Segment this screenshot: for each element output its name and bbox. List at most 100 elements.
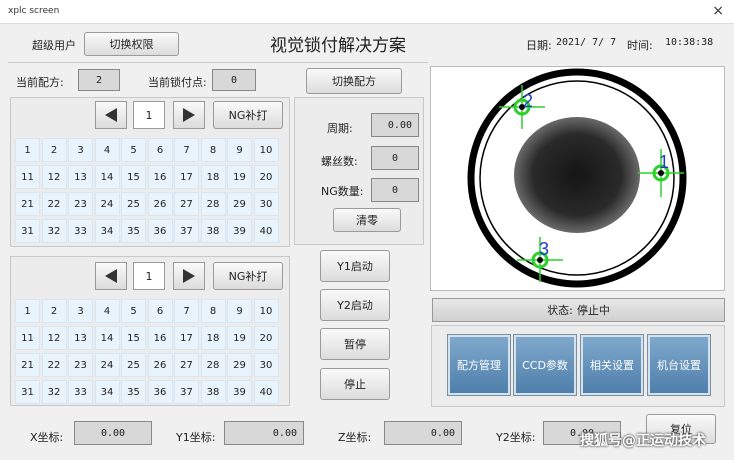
point-cell[interactable]: 30 xyxy=(253,192,279,216)
point-cell[interactable]: 12 xyxy=(41,165,67,189)
point-cell[interactable]: 13 xyxy=(68,165,93,189)
switch-permission-button[interactable]: 切换权限 xyxy=(84,32,179,56)
point-cell[interactable]: 16 xyxy=(147,326,173,350)
point-cell[interactable]: 10 xyxy=(253,299,279,323)
point-cell[interactable]: 15 xyxy=(121,165,146,189)
point-cell[interactable]: 38 xyxy=(200,380,226,404)
point-cell[interactable]: 32 xyxy=(41,219,67,243)
point-cell[interactable]: 36 xyxy=(147,219,173,243)
point-cell[interactable]: 13 xyxy=(68,326,93,350)
prev-page-button-1[interactable] xyxy=(95,101,127,129)
point-cell[interactable]: 3 xyxy=(68,138,93,162)
point-cell[interactable]: 1 xyxy=(15,299,40,323)
switch-recipe-button[interactable]: 切换配方 xyxy=(306,68,402,94)
point-cell[interactable]: 9 xyxy=(227,299,252,323)
title-bar: xplc screen × xyxy=(0,0,734,24)
point-cell[interactable]: 39 xyxy=(227,380,252,404)
clear-button[interactable]: 清零 xyxy=(333,208,401,232)
point-cell[interactable]: 9 xyxy=(227,138,252,162)
point-cell[interactable]: 26 xyxy=(147,192,173,216)
point-cell[interactable]: 36 xyxy=(147,380,173,404)
point-cell[interactable]: 20 xyxy=(253,326,279,350)
point-cell[interactable]: 18 xyxy=(200,326,226,350)
point-cell[interactable]: 14 xyxy=(94,165,120,189)
point-cell[interactable]: 8 xyxy=(200,138,226,162)
point-cell[interactable]: 7 xyxy=(174,299,199,323)
point-cell[interactable]: 7 xyxy=(174,138,199,162)
point-cell[interactable]: 11 xyxy=(15,326,40,350)
next-page-button-1[interactable] xyxy=(173,101,205,129)
point-cell[interactable]: 22 xyxy=(41,192,67,216)
point-cell[interactable]: 30 xyxy=(253,353,279,377)
point-cell[interactable]: 37 xyxy=(174,219,199,243)
point-cell[interactable]: 22 xyxy=(41,353,67,377)
y2-start-button[interactable]: Y2启动 xyxy=(320,289,390,321)
point-cell[interactable]: 20 xyxy=(253,165,279,189)
next-page-button-2[interactable] xyxy=(173,262,205,290)
point-cell[interactable]: 17 xyxy=(174,326,199,350)
point-cell[interactable]: 18 xyxy=(200,165,226,189)
point-cell[interactable]: 34 xyxy=(94,380,120,404)
point-cell[interactable]: 19 xyxy=(227,326,252,350)
point-cell[interactable]: 33 xyxy=(68,219,93,243)
y1-start-button[interactable]: Y1启动 xyxy=(320,250,390,282)
point-cell[interactable]: 17 xyxy=(174,165,199,189)
point-cell[interactable]: 4 xyxy=(94,138,120,162)
point-cell[interactable]: 8 xyxy=(200,299,226,323)
ng-redo-button-2[interactable]: NG补打 xyxy=(213,262,283,290)
machine-settings-button[interactable]: 机台设置 xyxy=(647,334,711,396)
point-cell[interactable]: 3 xyxy=(68,299,93,323)
point-cell[interactable]: 23 xyxy=(68,192,93,216)
recipe-management-button[interactable]: 配方管理 xyxy=(447,334,511,396)
point-cell[interactable]: 27 xyxy=(174,353,199,377)
point-cell[interactable]: 29 xyxy=(227,192,252,216)
point-cell[interactable]: 4 xyxy=(94,299,120,323)
point-cell[interactable]: 10 xyxy=(253,138,279,162)
stop-button[interactable]: 停止 xyxy=(320,368,390,400)
point-cell[interactable]: 34 xyxy=(94,219,120,243)
point-cell[interactable]: 19 xyxy=(227,165,252,189)
point-cell[interactable]: 28 xyxy=(200,192,226,216)
prev-page-button-2[interactable] xyxy=(95,262,127,290)
pause-button[interactable]: 暂停 xyxy=(320,328,390,360)
ng-redo-button-1[interactable]: NG补打 xyxy=(213,101,283,129)
point-cell[interactable]: 5 xyxy=(121,138,146,162)
point-cell[interactable]: 16 xyxy=(147,165,173,189)
related-settings-button[interactable]: 相关设置 xyxy=(580,334,644,396)
point-cell[interactable]: 21 xyxy=(15,192,40,216)
point-cell[interactable]: 35 xyxy=(121,380,146,404)
point-cell[interactable]: 6 xyxy=(147,138,173,162)
point-cell[interactable]: 38 xyxy=(200,219,226,243)
point-cell[interactable]: 5 xyxy=(121,299,146,323)
point-cell[interactable]: 29 xyxy=(227,353,252,377)
point-cell[interactable]: 31 xyxy=(15,219,40,243)
point-cell[interactable]: 39 xyxy=(227,219,252,243)
ccd-params-button[interactable]: CCD参数 xyxy=(513,334,577,396)
point-cell[interactable]: 2 xyxy=(41,299,67,323)
point-cell[interactable]: 26 xyxy=(147,353,173,377)
point-cell[interactable]: 24 xyxy=(94,353,120,377)
point-cell[interactable]: 31 xyxy=(15,380,40,404)
point-cell[interactable]: 40 xyxy=(253,380,279,404)
point-cell[interactable]: 21 xyxy=(15,353,40,377)
point-cell[interactable]: 40 xyxy=(253,219,279,243)
point-cell[interactable]: 15 xyxy=(121,326,146,350)
point-cell[interactable]: 32 xyxy=(41,380,67,404)
close-icon[interactable]: × xyxy=(712,3,724,19)
point-cell[interactable]: 33 xyxy=(68,380,93,404)
point-cell[interactable]: 37 xyxy=(174,380,199,404)
point-cell[interactable]: 35 xyxy=(121,219,146,243)
point-cell[interactable]: 1 xyxy=(15,138,40,162)
point-cell[interactable]: 25 xyxy=(121,192,146,216)
point-cell[interactable]: 11 xyxy=(15,165,40,189)
point-cell[interactable]: 23 xyxy=(68,353,93,377)
point-cell[interactable]: 28 xyxy=(200,353,226,377)
point-cell[interactable]: 24 xyxy=(94,192,120,216)
point-cell[interactable]: 6 xyxy=(147,299,173,323)
point-cell[interactable]: 27 xyxy=(174,192,199,216)
point-cell[interactable]: 12 xyxy=(41,326,67,350)
point-panel-1: 1 NG补打 1 2 3 4 5 6 7 8 9 10 11 12 13 14 15 16 17 18 19 20 21… xyxy=(10,97,290,247)
point-cell[interactable]: 14 xyxy=(94,326,120,350)
point-cell[interactable]: 25 xyxy=(121,353,146,377)
point-cell[interactable]: 2 xyxy=(41,138,67,162)
